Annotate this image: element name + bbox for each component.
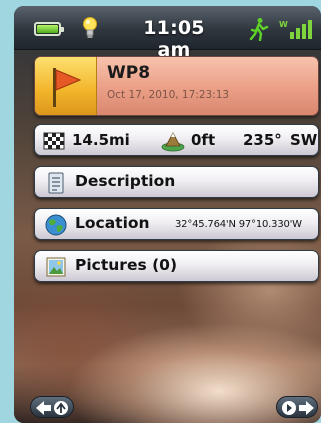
clock: 11:05 am <box>143 17 205 61</box>
battery-fill <box>37 25 58 33</box>
svg-text:W: W <box>279 20 288 29</box>
back-arrow-icon <box>36 401 68 415</box>
elevation-value: 0ft <box>191 131 216 149</box>
status-bar: 11:05 am W <box>14 6 321 61</box>
flag-icon <box>53 68 82 107</box>
next-arrow-icon <box>282 401 314 415</box>
distance-value: 14.5mi <box>72 131 130 149</box>
bearing-value: 235° <box>243 131 282 149</box>
signal-strength-icon: W <box>279 20 312 39</box>
direction-value: SW <box>290 131 318 149</box>
device-screen: 11:05 am W WP8 Oct 17, 2010, 17:23:13 14… <box>14 6 321 423</box>
waypoint-title-card[interactable]: WP8 Oct 17, 2010, 17:23:13 <box>34 56 319 116</box>
globe-icon <box>45 214 67 236</box>
lightbulb-icon[interactable] <box>82 16 98 42</box>
waypoint-icon-box <box>35 57 97 115</box>
picture-icon <box>46 257 66 277</box>
hiker-icon[interactable] <box>249 17 269 41</box>
back-button[interactable] <box>30 396 74 418</box>
waypoint-date: Oct 17, 2010, 17:23:13 <box>107 89 230 101</box>
stats-row: 14.5mi 0ft 235° SW <box>34 124 319 156</box>
description-button[interactable]: Description <box>34 166 319 198</box>
checkered-flag-icon <box>43 132 65 150</box>
elevation-icon <box>161 132 185 152</box>
location-coordinates: 32°45.764'N 97°10.330'W <box>175 219 302 230</box>
pictures-label: Pictures (0) <box>75 256 178 274</box>
next-button[interactable] <box>276 396 318 418</box>
description-label: Description <box>75 172 176 190</box>
location-button[interactable]: Location 32°45.764'N 97°10.330'W <box>34 208 319 240</box>
document-icon <box>48 172 64 194</box>
battery-icon[interactable] <box>34 22 64 36</box>
pictures-button[interactable]: Pictures (0) <box>34 250 319 282</box>
waypoint-name: WP8 <box>107 63 151 83</box>
location-label: Location <box>75 214 150 232</box>
